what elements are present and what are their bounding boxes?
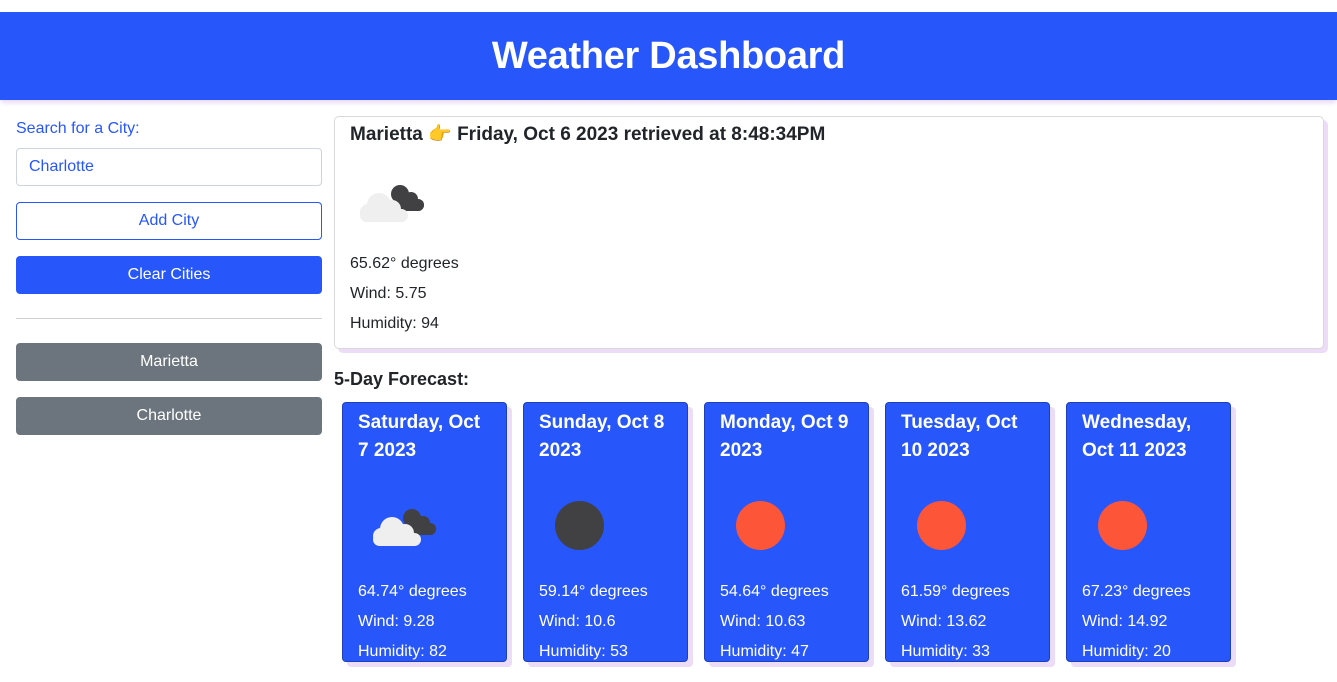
dark-circle-icon bbox=[539, 499, 619, 551]
forecast-temperature: 64.74° degrees bbox=[358, 583, 467, 600]
moon-icon bbox=[555, 501, 604, 550]
forecast-wind: Wind: 14.92 bbox=[1082, 613, 1168, 630]
forecast-card: Sunday, Oct 8 2023 59.14° degrees Wind: … bbox=[523, 402, 688, 662]
current-wind: Wind: 5.75 bbox=[350, 285, 427, 302]
sun-disc bbox=[736, 501, 785, 550]
forecast-heading: 5-Day Forecast: bbox=[334, 369, 470, 389]
forecast-temperature: 54.64° degrees bbox=[720, 583, 829, 600]
forecast-card: Saturday, Oct 7 2023 64.74° degrees Wind… bbox=[342, 402, 507, 662]
forecast-stats: 54.64° degrees Wind: 10.63 Humidity: 47 bbox=[720, 577, 853, 667]
current-humidity: Humidity: 94 bbox=[350, 315, 439, 332]
add-city-button[interactable]: Add City bbox=[16, 202, 322, 240]
forecast-wind: Wind: 10.6 bbox=[539, 613, 616, 630]
sun-icon bbox=[901, 499, 981, 551]
forecast-date: Monday, Oct 9 2023 bbox=[720, 412, 849, 461]
search-label: Search for a City: bbox=[16, 120, 140, 137]
sun-disc bbox=[1098, 501, 1147, 550]
app-header: Weather Dashboard bbox=[0, 12, 1337, 100]
forecast-card: Tuesday, Oct 10 2023 61.59° degrees Wind… bbox=[885, 402, 1050, 662]
sidebar: Search for a City: Add City Clear Cities… bbox=[16, 118, 322, 451]
sidebar-divider bbox=[16, 318, 322, 319]
forecast-humidity: Humidity: 53 bbox=[539, 643, 628, 660]
forecast-card: Wednesday, Oct 11 2023 67.23° degrees Wi… bbox=[1066, 402, 1231, 662]
forecast-date: Tuesday, Oct 10 2023 bbox=[901, 412, 1018, 461]
current-weather-title: Marietta 👉 Friday, Oct 6 2023 retrieved … bbox=[350, 124, 826, 145]
current-stats: 65.62° degrees Wind: 5.75 Humidity: 94 bbox=[350, 249, 1308, 339]
forecast-stats: 64.74° degrees Wind: 9.28 Humidity: 82 bbox=[358, 577, 491, 667]
current-temperature: 65.62° degrees bbox=[350, 255, 459, 272]
forecast-wind: Wind: 9.28 bbox=[358, 613, 435, 630]
current-weather-card: Marietta 👉 Friday, Oct 6 2023 retrieved … bbox=[334, 116, 1324, 349]
sun-icon bbox=[1082, 499, 1162, 551]
forecast-humidity: Humidity: 33 bbox=[901, 643, 990, 660]
clear-cities-button[interactable]: Clear Cities bbox=[16, 256, 322, 294]
forecast-humidity: Humidity: 20 bbox=[1082, 643, 1171, 660]
saved-cities-list: Marietta Charlotte bbox=[16, 343, 322, 435]
forecast-wind: Wind: 10.63 bbox=[720, 613, 806, 630]
forecast-temperature: 59.14° degrees bbox=[539, 583, 648, 600]
forecast-stats: 67.23° degrees Wind: 14.92 Humidity: 20 bbox=[1082, 577, 1215, 667]
forecast-wind: Wind: 13.62 bbox=[901, 613, 987, 630]
forecast-date: Sunday, Oct 8 2023 bbox=[539, 412, 665, 461]
cloudy-icon bbox=[358, 499, 438, 551]
city-search-input[interactable] bbox=[16, 148, 322, 186]
page-title: Weather Dashboard bbox=[491, 34, 846, 77]
sun-icon bbox=[720, 499, 800, 551]
forecast-date: Saturday, Oct 7 2023 bbox=[358, 412, 481, 461]
city-button-marietta[interactable]: Marietta bbox=[16, 343, 322, 381]
cloudy-icon bbox=[350, 175, 426, 225]
forecast-stats: 61.59° degrees Wind: 13.62 Humidity: 33 bbox=[901, 577, 1034, 667]
city-button-charlotte[interactable]: Charlotte bbox=[16, 397, 322, 435]
forecast-humidity: Humidity: 82 bbox=[358, 643, 447, 660]
forecast-temperature: 61.59° degrees bbox=[901, 583, 1010, 600]
forecast-temperature: 67.23° degrees bbox=[1082, 583, 1191, 600]
forecast-humidity: Humidity: 47 bbox=[720, 643, 809, 660]
sun-disc bbox=[917, 501, 966, 550]
forecast-card: Monday, Oct 9 2023 54.64° degrees Wind: … bbox=[704, 402, 869, 662]
forecast-date: Wednesday, Oct 11 2023 bbox=[1082, 412, 1192, 461]
forecast-stats: 59.14° degrees Wind: 10.6 Humidity: 53 bbox=[539, 577, 672, 667]
